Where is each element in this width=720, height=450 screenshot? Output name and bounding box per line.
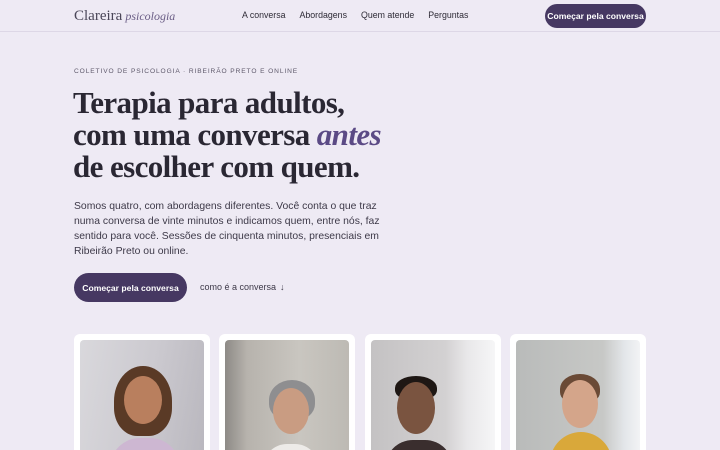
brand-logo[interactable]: Clareira psicologia — [74, 8, 175, 25]
hero-cta-button[interactable]: Começar pela conversa — [74, 273, 187, 302]
how-it-works-link[interactable]: como é a conversa ↓ — [200, 282, 285, 292]
brand-name: Clareira — [74, 8, 123, 24]
therapist-card[interactable] — [510, 334, 646, 450]
therapist-card[interactable] — [74, 334, 210, 450]
therapist-photo — [80, 340, 204, 450]
nav-cta-button[interactable]: Começar pela conversa — [545, 4, 646, 28]
therapist-card[interactable] — [365, 334, 501, 450]
nav-link-quem-atende[interactable]: Quem atende — [361, 10, 414, 20]
headline-emphasis: antes — [316, 117, 382, 152]
arrow-down-icon: ↓ — [280, 282, 285, 292]
therapist-photo — [371, 340, 495, 450]
hero-description: Somos quatro, com abordagens diferentes.… — [74, 201, 380, 257]
therapist-card[interactable] — [219, 334, 355, 450]
how-it-works-label: como é a conversa — [200, 282, 277, 292]
nav-link-perguntas[interactable]: Perguntas — [428, 10, 468, 20]
therapist-photo — [225, 340, 349, 450]
therapist-photo — [516, 340, 640, 450]
headline-line-3: de escolher com quem. — [73, 149, 360, 184]
hero-headline: Terapia para adultos, com uma conversa a… — [73, 87, 493, 183]
hero-eyebrow: COLETIVO DE PSICOLOGIA · RIBEIRÃO PRETO … — [74, 68, 299, 75]
nav-link-a-conversa[interactable]: A conversa — [242, 10, 286, 20]
top-nav: Clareira psicologia A conversa Abordagens… — [0, 0, 720, 32]
headline-line-2-text: com uma conversa — [73, 117, 317, 152]
brand-subtitle: psicologia — [125, 9, 176, 23]
nav-link-abordagens[interactable]: Abordagens — [300, 10, 347, 20]
nav-links: A conversa Abordagens Quem atende Pergun… — [242, 10, 468, 20]
headline-line-1: Terapia para adultos, — [73, 85, 345, 120]
headline-line-2: com uma conversa antes — [73, 119, 493, 151]
